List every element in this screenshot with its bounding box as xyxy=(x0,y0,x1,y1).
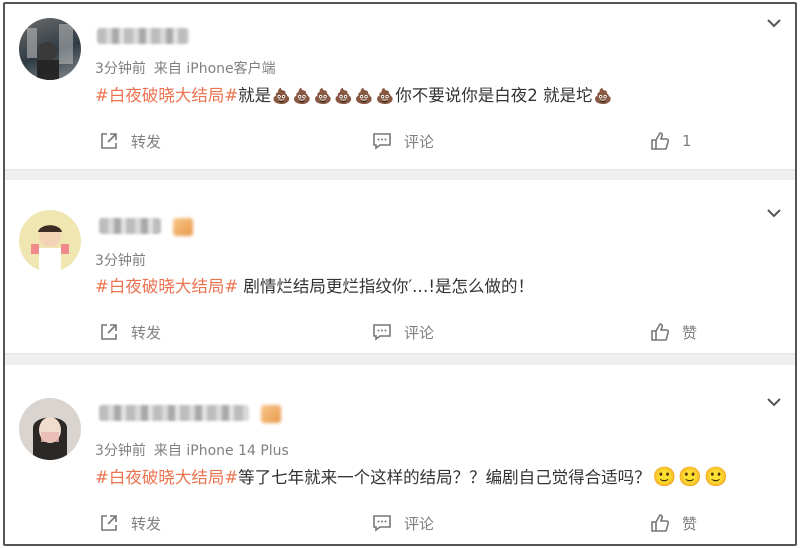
comment-text: #白夜破晓大结局# 剧情烂结局更烂指纹你′.‥!是怎么做的！ xyxy=(95,275,534,299)
share-button[interactable]: 转发 xyxy=(99,129,161,153)
share-label: 转发 xyxy=(131,132,162,151)
comment-card: 3分钟前 来自 iPhone 14 Plus #白夜破晓大结局#等了七年就来一个这… xyxy=(5,365,795,544)
avatar-image xyxy=(27,24,73,80)
like-button[interactable]: 赞 xyxy=(650,320,697,344)
username[interactable] xyxy=(99,218,161,234)
comment-text: #白夜破晓大结局#等了七年就来一个这样的结局？？编剧自己觉得合适吗？ 🙂 🙂 🙂 xyxy=(95,465,728,490)
poop-emoji-icon: 💩 xyxy=(354,87,374,105)
share-label: 转发 xyxy=(131,323,162,342)
smile-emoji-icon: 🙂 xyxy=(678,466,702,488)
poop-emoji-icon: 💩 xyxy=(375,87,395,105)
post-time[interactable]: 3分钟前 xyxy=(95,61,146,77)
comment-text-part: 就是 xyxy=(238,86,272,105)
smile-emoji-icon: 🙂 xyxy=(652,466,677,488)
thumbs-up-icon xyxy=(651,323,670,341)
like-button[interactable]: 赞 xyxy=(650,511,697,535)
hashtag-link[interactable]: #白夜破晓大结局# xyxy=(95,277,238,296)
post-meta: 3分钟前 xyxy=(95,250,146,270)
comment-icon xyxy=(373,324,391,341)
user-badge-icon xyxy=(173,218,193,236)
comment-label: 评论 xyxy=(404,132,435,151)
weibo-comment-feed: 3分钟前 来自 iPhone客户端 #白夜破晓大结局#就是💩 💩 💩 💩 💩 💩你不要说你是… xyxy=(3,2,797,546)
comment-text-part: 等了七年就来一个这样的结局？？编剧自己觉得合适吗？ xyxy=(238,468,651,487)
username[interactable] xyxy=(97,28,189,44)
post-source: 来自 iPhone客户端 xyxy=(153,61,276,77)
like-label: 赞 xyxy=(682,514,698,533)
avatar[interactable] xyxy=(19,398,81,460)
like-button[interactable]: 1 xyxy=(650,129,692,153)
comment-icon xyxy=(373,133,391,150)
user-badge-icon xyxy=(261,405,281,423)
username[interactable] xyxy=(99,405,249,421)
share-button[interactable]: 转发 xyxy=(99,511,161,535)
avatar[interactable] xyxy=(19,210,81,272)
like-label: 赞 xyxy=(682,323,698,342)
comment-label: 评论 xyxy=(404,323,435,342)
chevron-down-icon[interactable] xyxy=(765,14,783,32)
avatar[interactable] xyxy=(19,18,81,80)
hashtag-link[interactable]: #白夜破晓大结局# xyxy=(95,86,238,105)
share-label: 转发 xyxy=(131,514,162,533)
post-meta: 3分钟前 来自 iPhone客户端 xyxy=(95,58,276,78)
thumbs-up-icon xyxy=(651,132,670,150)
post-time[interactable]: 3分钟前 xyxy=(95,443,146,459)
share-icon xyxy=(101,324,117,340)
comment-button[interactable]: 评论 xyxy=(372,129,434,153)
poop-emoji-icon: 💩 xyxy=(334,87,353,105)
poop-emoji-icon: 💩 xyxy=(292,87,312,105)
comment-label: 评论 xyxy=(404,514,435,533)
comment-text-part: 剧情烂结局更烂指纹你′.‥!是怎么做的！ xyxy=(238,277,535,296)
like-count: 1 xyxy=(682,132,692,150)
comment-card: 3分钟前 #白夜破晓大结局# 剧情烂结局更烂指纹你′.‥!是怎么做的！ 转发 评… xyxy=(5,180,795,353)
hashtag-link[interactable]: #白夜破晓大结局# xyxy=(95,468,238,487)
comment-icon xyxy=(373,515,391,532)
comment-button[interactable]: 评论 xyxy=(372,511,434,535)
comment-button[interactable]: 评论 xyxy=(372,320,434,344)
poop-emoji-icon: 💩 xyxy=(593,87,613,105)
comment-text-part: 你不要说你是白夜2 就是坨 xyxy=(395,86,593,105)
avatar-image xyxy=(31,225,69,272)
post-meta: 3分钟前 来自 iPhone 14 Plus xyxy=(95,440,289,460)
post-time[interactable]: 3分钟前 xyxy=(95,253,146,269)
poop-emoji-icon: 💩 xyxy=(313,87,333,105)
poop-emoji-icon: 💩 xyxy=(272,87,291,105)
share-button[interactable]: 转发 xyxy=(99,320,161,344)
chevron-down-icon[interactable] xyxy=(765,393,783,411)
share-icon xyxy=(101,133,117,149)
smile-emoji-icon: 🙂 xyxy=(704,466,728,488)
chevron-down-icon[interactable] xyxy=(765,204,783,222)
thumbs-up-icon xyxy=(651,514,670,532)
avatar-image xyxy=(33,417,67,460)
comment-card: 3分钟前 来自 iPhone客户端 #白夜破晓大结局#就是💩 💩 💩 💩 💩 💩你不要说你是… xyxy=(5,4,795,169)
share-icon xyxy=(101,515,117,531)
comment-text: #白夜破晓大结局#就是💩 💩 💩 💩 💩 💩你不要说你是白夜2 就是坨💩 xyxy=(95,84,613,108)
post-source: 来自 iPhone 14 Plus xyxy=(153,443,289,459)
